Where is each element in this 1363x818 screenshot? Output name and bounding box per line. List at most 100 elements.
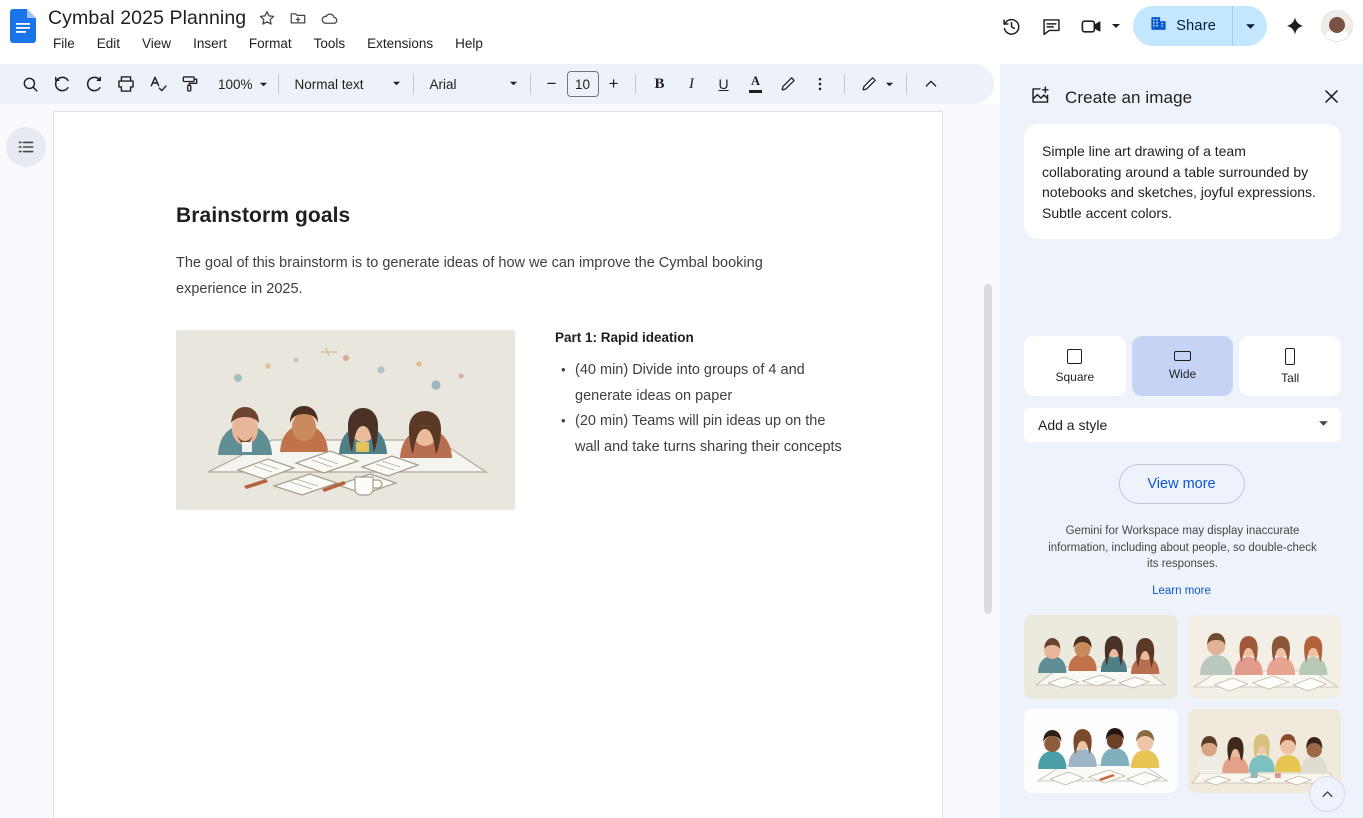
chevron-up-icon[interactable] (915, 68, 947, 100)
formatting-toolbar: 100% Normal text Arial − 10 + B (0, 64, 994, 104)
create-image-panel: Create an image Simple line art drawing … (1000, 64, 1363, 818)
section-heading: Part 1: Rapid ideation (555, 330, 845, 345)
generated-results-grid (1024, 615, 1341, 793)
title-block: Cymbal 2025 Planning (48, 4, 486, 52)
prompt-input[interactable]: Simple line art drawing of a team collab… (1024, 124, 1341, 239)
document-page[interactable]: Brainstorm goals The goal of this brains… (54, 112, 942, 818)
style-dropdown[interactable]: Add a style (1024, 408, 1341, 442)
highlight-pen-icon[interactable] (772, 68, 804, 100)
aspect-ratio-tall-button[interactable]: Tall (1239, 336, 1341, 396)
edit-pencil-icon[interactable] (853, 68, 885, 100)
font-family-value: Arial (430, 77, 457, 92)
tall-rectangle-shape-icon (1285, 348, 1295, 365)
zoom-value: 100% (218, 77, 253, 92)
share-button-main[interactable]: Share (1133, 6, 1232, 46)
generated-image-2[interactable] (1188, 615, 1342, 699)
aspect-ratio-tall-label: Tall (1281, 371, 1299, 385)
comment-icon[interactable] (1031, 6, 1071, 46)
share-button-label: Share (1176, 18, 1216, 34)
document-tabs-outline-icon[interactable] (6, 127, 46, 167)
list-item: (20 min) Teams will pin ideas up on the … (555, 409, 845, 460)
font-size-input[interactable]: 10 (567, 71, 599, 97)
avatar[interactable] (1321, 10, 1353, 42)
meet-control[interactable] (1071, 6, 1127, 46)
meet-camera-icon[interactable] (1071, 6, 1111, 46)
menu-format[interactable]: Format (246, 35, 295, 52)
menu-view[interactable]: View (139, 35, 174, 52)
document-scrollbar[interactable] (984, 284, 992, 614)
redo-icon[interactable] (78, 68, 110, 100)
document-inline-image[interactable] (176, 330, 515, 510)
document-section: Part 1: Rapid ideation (40 min) Divide i… (555, 330, 845, 460)
paint-format-icon[interactable] (174, 68, 206, 100)
toolbar-divider-5 (844, 74, 845, 94)
menu-extensions[interactable]: Extensions (364, 35, 436, 52)
document-paragraph: The goal of this brainstorm is to genera… (176, 250, 776, 302)
toolbar-divider-3 (530, 74, 531, 94)
share-button[interactable]: Share (1133, 6, 1267, 46)
aspect-ratio-group: Square Wide Tall (1024, 336, 1341, 396)
version-history-icon[interactable] (991, 6, 1031, 46)
toolbar-divider (278, 74, 279, 94)
move-to-folder-icon[interactable] (288, 8, 308, 28)
font-family-dropdown[interactable]: Arial (422, 69, 522, 99)
scroll-to-top-button[interactable] (1309, 776, 1345, 812)
font-family-caret-icon (509, 75, 518, 93)
square-shape-icon (1067, 349, 1082, 364)
toolbar-divider-6 (906, 74, 907, 94)
menu-file[interactable]: File (50, 35, 78, 52)
generated-image-3[interactable] (1024, 709, 1178, 793)
underline-button[interactable]: U (708, 68, 740, 100)
star-icon[interactable] (257, 8, 277, 28)
font-size-stepper: − 10 + (539, 70, 627, 98)
spelling-check-icon[interactable] (142, 68, 174, 100)
panel-title: Create an image (1065, 88, 1192, 108)
zoom-caret-icon (259, 80, 268, 89)
toolbar-divider-2 (413, 74, 414, 94)
document-title[interactable]: Cymbal 2025 Planning (48, 7, 246, 30)
generated-image-1[interactable] (1024, 615, 1178, 699)
chevron-down-icon (1318, 416, 1329, 434)
decrease-font-size-button[interactable]: − (539, 70, 565, 98)
aspect-ratio-wide-label: Wide (1169, 367, 1196, 381)
close-icon[interactable] (1313, 78, 1349, 114)
gemini-sparkle-icon[interactable] (1275, 6, 1315, 46)
app-header: Cymbal 2025 Planning (0, 0, 1363, 58)
bold-button[interactable]: B (644, 68, 676, 100)
google-docs-icon[interactable] (10, 9, 36, 43)
create-image-icon (1030, 85, 1051, 111)
print-icon[interactable] (110, 68, 142, 100)
cloud-saved-icon[interactable] (319, 8, 339, 28)
editing-mode-caret-icon[interactable] (885, 80, 898, 89)
disclaimer-text: Gemini for Workspace may display inaccur… (1044, 523, 1321, 573)
wide-rectangle-shape-icon (1174, 351, 1191, 361)
italic-button[interactable]: I (676, 68, 708, 100)
panel-header: Create an image (1030, 78, 1345, 118)
paragraph-style-caret-icon (392, 75, 401, 93)
view-more-button[interactable]: View more (1118, 464, 1244, 504)
share-lock-building-icon (1149, 14, 1168, 38)
menu-insert[interactable]: Insert (190, 35, 230, 52)
aspect-ratio-wide-button[interactable]: Wide (1132, 336, 1234, 396)
aspect-ratio-square-button[interactable]: Square (1024, 336, 1126, 396)
header-actions: Share (991, 6, 1355, 46)
menu-edit[interactable]: Edit (94, 35, 123, 52)
menu-bar: File Edit View Insert Format Tools Exten… (48, 35, 486, 52)
document-canvas[interactable]: Brainstorm goals The goal of this brains… (53, 104, 1000, 818)
zoom-control[interactable]: 100% (210, 69, 270, 99)
menu-tools[interactable]: Tools (311, 35, 349, 52)
text-color-button[interactable]: A (740, 68, 772, 100)
menu-help[interactable]: Help (452, 35, 486, 52)
increase-font-size-button[interactable]: + (601, 70, 627, 98)
style-dropdown-value: Add a style (1038, 417, 1107, 433)
meet-dropdown-caret-icon[interactable] (1111, 21, 1127, 31)
undo-icon[interactable] (46, 68, 78, 100)
list-item: (40 min) Divide into groups of 4 and gen… (555, 358, 845, 409)
toolbar-divider-4 (635, 74, 636, 94)
share-dropdown-caret-icon[interactable] (1233, 6, 1267, 46)
page-title: Brainstorm goals (176, 204, 350, 228)
learn-more-link[interactable]: Learn more (1152, 585, 1211, 597)
paragraph-style-dropdown[interactable]: Normal text (287, 69, 405, 99)
search-icon[interactable] (14, 68, 46, 100)
more-vertical-icon[interactable] (804, 68, 836, 100)
